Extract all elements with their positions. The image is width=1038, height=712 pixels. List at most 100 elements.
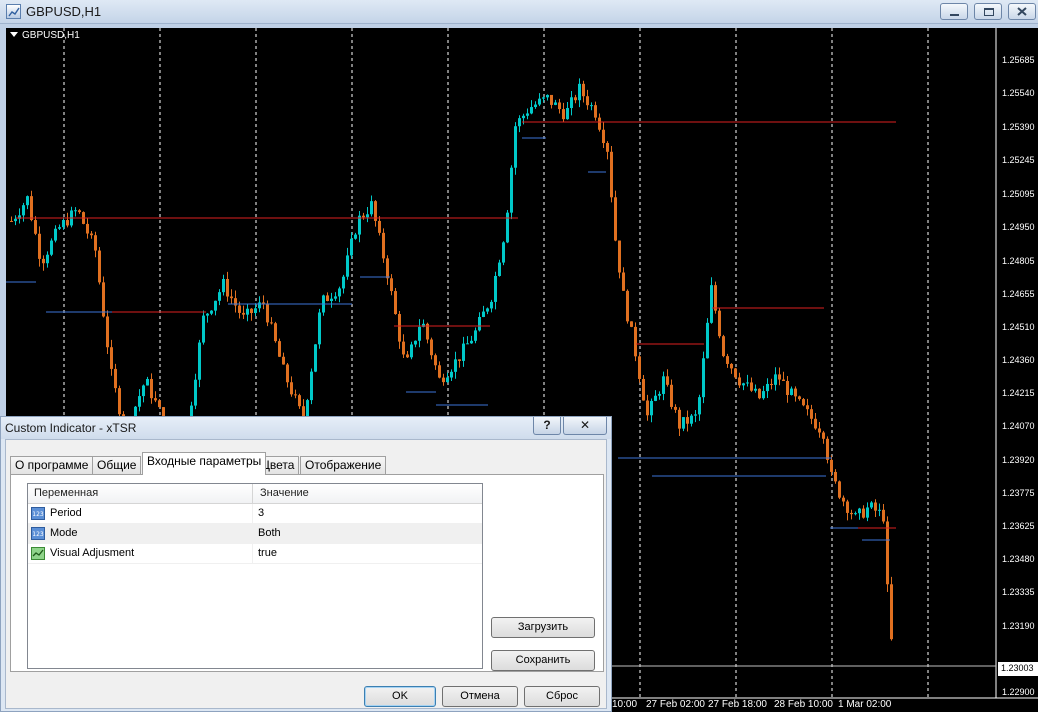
candle-body xyxy=(378,220,381,233)
candle-body xyxy=(870,502,873,508)
candle-body xyxy=(614,197,617,241)
candle-body xyxy=(242,312,245,315)
load-button[interactable]: Загрузить xyxy=(491,617,595,638)
tab-common[interactable]: Общие xyxy=(92,456,142,474)
price-tick-label: 1.25390 xyxy=(1002,122,1035,132)
candle-body xyxy=(510,167,513,213)
candle-body xyxy=(722,336,725,357)
candle-body xyxy=(62,220,65,228)
candle-body xyxy=(262,302,265,304)
help-button[interactable]: ? xyxy=(533,417,561,435)
parameter-name: Period xyxy=(50,507,82,519)
parameter-value[interactable]: Both xyxy=(258,527,281,539)
candle-body xyxy=(410,344,413,358)
candle-body xyxy=(534,104,537,108)
candle-body xyxy=(770,383,773,385)
parameter-row-mode[interactable]: 123 Mode Both xyxy=(28,524,482,544)
candle-body xyxy=(822,432,825,439)
column-variable[interactable]: Переменная xyxy=(34,487,98,499)
candle-body xyxy=(102,282,105,317)
minimize-button[interactable] xyxy=(940,3,968,20)
inputs-panel: Переменная Значение 123 Period 3 123 Mod… xyxy=(10,474,604,672)
candle-body xyxy=(590,105,593,107)
time-tick-label: 28 Feb 10:00 xyxy=(774,699,833,710)
candle-body xyxy=(714,285,717,311)
price-tick-label: 1.23775 xyxy=(1002,488,1035,498)
price-tick-label: 1.24950 xyxy=(1002,222,1035,232)
candle-body xyxy=(842,497,845,502)
time-tick-label: 27 Feb 02:00 xyxy=(646,699,705,710)
candle-body xyxy=(570,97,573,109)
candle-body xyxy=(706,322,709,359)
candle-body xyxy=(666,376,669,385)
candle-body xyxy=(482,311,485,317)
candle-body xyxy=(390,278,393,292)
candle-body xyxy=(514,126,517,168)
candle-body xyxy=(670,384,673,407)
grid-header: Переменная Значение xyxy=(28,484,482,504)
ok-button[interactable]: OK xyxy=(364,686,436,707)
candle-body xyxy=(838,481,841,498)
candle-body xyxy=(638,356,641,379)
restore-button[interactable] xyxy=(974,3,1002,20)
cancel-button[interactable]: Отмена xyxy=(442,686,518,707)
minimize-icon xyxy=(950,14,959,16)
candle-body xyxy=(294,394,297,396)
candle-body xyxy=(518,118,521,127)
time-tick-label: 27 Feb 18:00 xyxy=(708,699,767,710)
candle-body xyxy=(882,509,885,522)
candle-body xyxy=(206,313,209,316)
int-param-icon: 123 xyxy=(31,507,45,520)
candle-body xyxy=(494,275,497,302)
price-tick-label: 1.24360 xyxy=(1002,355,1035,365)
chart-symbol-text: GBPUSD,H1 xyxy=(22,30,80,41)
candle-body xyxy=(106,316,109,348)
column-value[interactable]: Значение xyxy=(260,487,309,499)
price-tick-label: 1.25245 xyxy=(1002,155,1035,165)
tab-visualization[interactable]: Отображение xyxy=(300,456,387,474)
parameter-value[interactable]: 3 xyxy=(258,507,264,519)
window-titlebar: GBPUSD,H1 xyxy=(0,0,1038,24)
parameter-row-visual-adjusment[interactable]: Visual Adjusment true xyxy=(28,544,482,564)
candle-body xyxy=(546,94,549,98)
save-button[interactable]: Сохранить xyxy=(491,650,595,671)
candle-body xyxy=(562,109,565,120)
candle-body xyxy=(274,323,277,342)
parameter-name: Mode xyxy=(50,527,78,539)
candle-body xyxy=(430,339,433,356)
dropdown-triangle-icon xyxy=(10,32,18,37)
candle-body xyxy=(110,347,113,369)
dialog-close-button[interactable]: ✕ xyxy=(563,417,607,435)
candle-body xyxy=(834,471,837,482)
candle-body xyxy=(58,227,61,229)
reset-button[interactable]: Сброс xyxy=(524,686,600,707)
parameter-row-period[interactable]: 123 Period 3 xyxy=(28,504,482,524)
candle-body xyxy=(778,374,781,380)
parameters-grid: Переменная Значение 123 Period 3 123 Mod… xyxy=(27,483,483,669)
candle-body xyxy=(506,212,509,243)
candle-body xyxy=(386,258,389,279)
candle-body xyxy=(218,292,221,301)
column-divider[interactable] xyxy=(252,484,253,504)
chart-symbol-label[interactable]: GBPUSD,H1 xyxy=(10,30,80,41)
candle-body xyxy=(578,83,581,101)
candle-body xyxy=(478,316,481,331)
terminal-window: GBPUSD,H1 GBPUSD,H1 1.25685 1.25540 1.2539… xyxy=(0,0,1038,712)
parameter-value[interactable]: true xyxy=(258,547,277,559)
price-tick-label: 1.22900 xyxy=(1002,687,1035,697)
candle-body xyxy=(22,205,25,216)
dialog-body: О программе Общие Входные параметры Цвет… xyxy=(5,439,607,709)
tab-inputs[interactable]: Входные параметры xyxy=(142,452,267,475)
candle-body xyxy=(338,288,341,297)
tab-about[interactable]: О программе xyxy=(10,456,94,474)
close-window-button[interactable] xyxy=(1008,3,1036,20)
candle-body xyxy=(358,215,361,235)
candle-body xyxy=(498,262,501,276)
candle-body xyxy=(38,233,41,259)
svg-text:123: 123 xyxy=(32,511,44,518)
candle-body xyxy=(362,215,365,218)
candle-body xyxy=(690,415,693,424)
candle-body xyxy=(266,303,269,323)
candle-body xyxy=(646,400,649,416)
candle-body xyxy=(278,341,281,357)
